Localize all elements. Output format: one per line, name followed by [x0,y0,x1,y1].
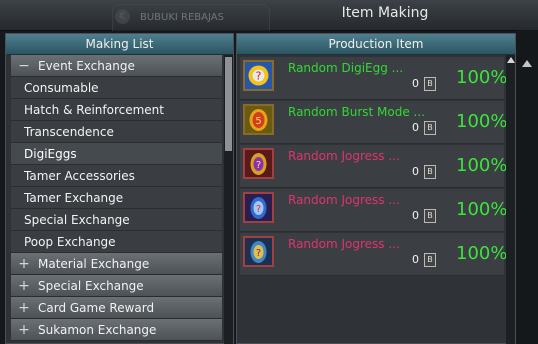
bound-icon: B [424,165,436,179]
jogress-egg-icon: ? [243,236,274,267]
production-row[interactable]: ? Random Jogress ... 0 B 100% [240,189,508,232]
scrollbar-thumb[interactable] [225,57,232,151]
svg-text:?: ? [256,70,262,83]
currency-icon: € [115,9,130,24]
expand-icon: + [18,278,30,294]
background-tab-label: BUBUKI REBAJAS [140,12,224,23]
item-quantity: 0 [412,165,419,178]
list-item-tamer-exchange[interactable]: Tamer Exchange [11,187,222,209]
item-name: Random Jogress ... [288,193,400,207]
success-rate: 100% [456,111,508,132]
jogress-egg-icon: ? [243,192,274,223]
scroll-up-icon[interactable] [522,60,532,67]
expand-icon: + [18,300,30,316]
svg-text:?: ? [256,160,261,171]
list-item-digieggs[interactable]: DigiEggs [11,143,222,165]
bound-icon: B [424,77,436,91]
category-label: Material Exchange [38,257,150,271]
success-rate: 100% [456,243,508,264]
item-quantity: 0 [412,253,419,266]
svg-text:?: ? [256,204,261,215]
bound-icon: B [424,121,436,135]
category-card-game-reward[interactable]: + Card Game Reward [11,297,222,319]
list-item-consumable[interactable]: Consumable [11,77,222,99]
side-strip [517,30,538,344]
expand-icon: + [18,322,30,338]
jogress-egg-icon: ? [243,148,274,179]
window-title: Item Making [341,5,429,21]
random-digiegg-icon: ? [243,60,274,91]
success-rate: 100% [456,199,508,220]
item-quantity: 0 [412,77,419,90]
production-row[interactable]: ? Random Jogress ... 0 B 100% [240,233,508,276]
scroll-up-icon[interactable] [507,57,515,63]
category-label: Card Game Reward [38,301,155,315]
item-quantity: 0 [412,121,419,134]
making-list-panel: Making List − Event Exchange Consumable … [5,33,234,344]
production-row[interactable]: ? Random Jogress ... 0 B 100% [240,145,508,188]
burst-mode-egg-icon: 5 [243,104,274,135]
production-row[interactable]: ? Random DigiEgg ... 0 B 100% [240,57,508,100]
bound-icon: B [424,253,436,267]
list-item-poop-exchange[interactable]: Poop Exchange [11,231,222,253]
collapse-icon: − [18,58,30,74]
category-special-exchange[interactable]: + Special Exchange [11,275,222,297]
item-name: Random DigiEgg ... [288,61,404,75]
category-material-exchange[interactable]: + Material Exchange [11,253,222,275]
item-name: Random Jogress ... [288,149,400,163]
bound-icon: B [424,209,436,223]
making-list-scrollbar[interactable] [224,55,233,344]
item-name: Random Jogress ... [288,237,400,251]
category-label: Event Exchange [38,59,135,73]
making-list: − Event Exchange Consumable Hatch & Rein… [11,55,222,341]
success-rate: 100% [456,67,508,88]
production-item-panel: Production Item ? Random DigiEgg ... 0 B… [236,33,516,344]
category-label: Sukamon Exchange [38,323,157,337]
list-item-special-exchange[interactable]: Special Exchange [11,209,222,231]
production-item-header: Production Item [237,34,515,55]
production-row[interactable]: 5 Random Burst Mode ... 0 B 100% [240,101,508,144]
svg-text:5: 5 [255,116,261,127]
expand-icon: + [18,256,30,272]
production-scrollbar[interactable] [506,55,515,344]
svg-text:?: ? [256,248,261,259]
list-item-hatch-reinforcement[interactable]: Hatch & Reinforcement [11,99,222,121]
item-quantity: 0 [412,209,419,222]
item-name: Random Burst Mode ... [288,105,425,119]
category-sukamon-exchange[interactable]: + Sukamon Exchange [11,319,222,341]
category-label: Special Exchange [38,279,144,293]
making-list-header: Making List [6,34,233,55]
list-item-tamer-accessories[interactable]: Tamer Accessories [11,165,222,187]
list-item-transcendence[interactable]: Transcendence [11,121,222,143]
category-event-exchange[interactable]: − Event Exchange [11,55,222,77]
success-rate: 100% [456,155,508,176]
item-making-window: € BUBUKI REBAJAS Item Making Making List… [0,0,538,344]
title-bar: € BUBUKI REBAJAS Item Making [0,0,538,31]
